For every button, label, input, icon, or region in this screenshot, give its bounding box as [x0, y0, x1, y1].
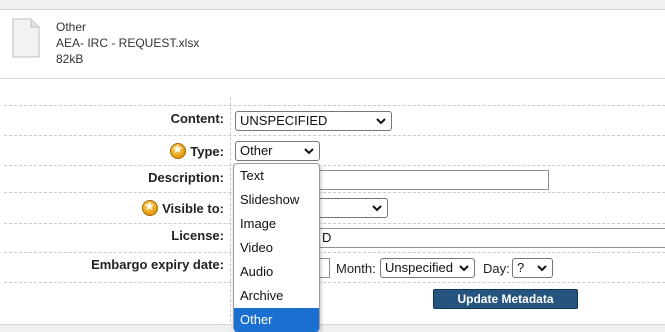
chevron-down-icon — [459, 265, 469, 272]
form-row-divider — [4, 135, 665, 136]
description-label: Description: — [148, 170, 224, 185]
type-label-group: Type: — [170, 142, 224, 159]
dropdown-option-audio[interactable]: Audio — [234, 260, 319, 284]
dropdown-option-video[interactable]: Video — [234, 236, 319, 260]
type-select[interactable]: Other — [235, 141, 320, 161]
form-column-divider — [230, 97, 231, 322]
file-info: Other AEA- IRC - REQUEST.xlsx 82kB — [56, 19, 199, 67]
star-icon — [170, 142, 187, 159]
content-select[interactable]: UNSPECIFIED — [235, 111, 392, 131]
file-size: 82kB — [56, 52, 84, 66]
dropdown-option-archive[interactable]: Archive — [234, 284, 319, 308]
day-label: Day: — [483, 261, 510, 276]
form-row-divider — [4, 223, 665, 224]
chevron-down-icon — [372, 205, 382, 212]
form-row-divider — [4, 282, 665, 283]
visible-label-group: Visible to: — [142, 199, 224, 216]
license-label: License: — [171, 228, 224, 243]
month-select[interactable]: Unspecified — [380, 258, 475, 278]
form-row-divider — [4, 192, 665, 193]
star-icon — [142, 199, 159, 216]
update-metadata-button[interactable]: Update Metadata — [433, 289, 578, 309]
chevron-down-icon — [376, 118, 386, 125]
day-select-value: ? — [517, 260, 525, 275]
form-row-divider — [4, 252, 665, 253]
month-label: Month: — [336, 261, 376, 276]
dropdown-option-text[interactable]: Text — [234, 164, 319, 188]
month-select-value: Unspecified — [385, 260, 453, 275]
document-panel: Other AEA- IRC - REQUEST.xlsx 82kB — [0, 9, 665, 325]
dropdown-option-slideshow[interactable]: Slideshow — [234, 188, 319, 212]
form-row-divider — [4, 105, 665, 106]
type-label: Type: — [190, 143, 224, 159]
dropdown-option-image[interactable]: Image — [234, 212, 319, 236]
embargo-label: Embargo expiry date: — [91, 257, 224, 272]
type-dropdown-list: Text Slideshow Image Video Audio Archive… — [233, 163, 320, 332]
description-field[interactable] — [318, 170, 549, 190]
content-label: Content: — [170, 111, 224, 126]
content-select-value: UNSPECIFIED — [240, 113, 328, 128]
form-row-divider — [4, 165, 665, 166]
visible-select[interactable] — [318, 198, 388, 218]
day-select[interactable]: ? — [512, 258, 553, 278]
file-format: Other — [56, 20, 87, 34]
chevron-down-icon — [537, 265, 547, 272]
divider — [0, 78, 665, 79]
file-name: AEA- IRC - REQUEST.xlsx — [56, 36, 200, 50]
chevron-down-icon — [304, 148, 314, 155]
file-icon — [12, 18, 40, 58]
license-field[interactable]: D — [318, 228, 665, 248]
visible-label: Visible to: — [162, 200, 224, 216]
type-select-value: Other — [240, 143, 273, 158]
dropdown-option-other[interactable]: Other — [234, 308, 319, 332]
